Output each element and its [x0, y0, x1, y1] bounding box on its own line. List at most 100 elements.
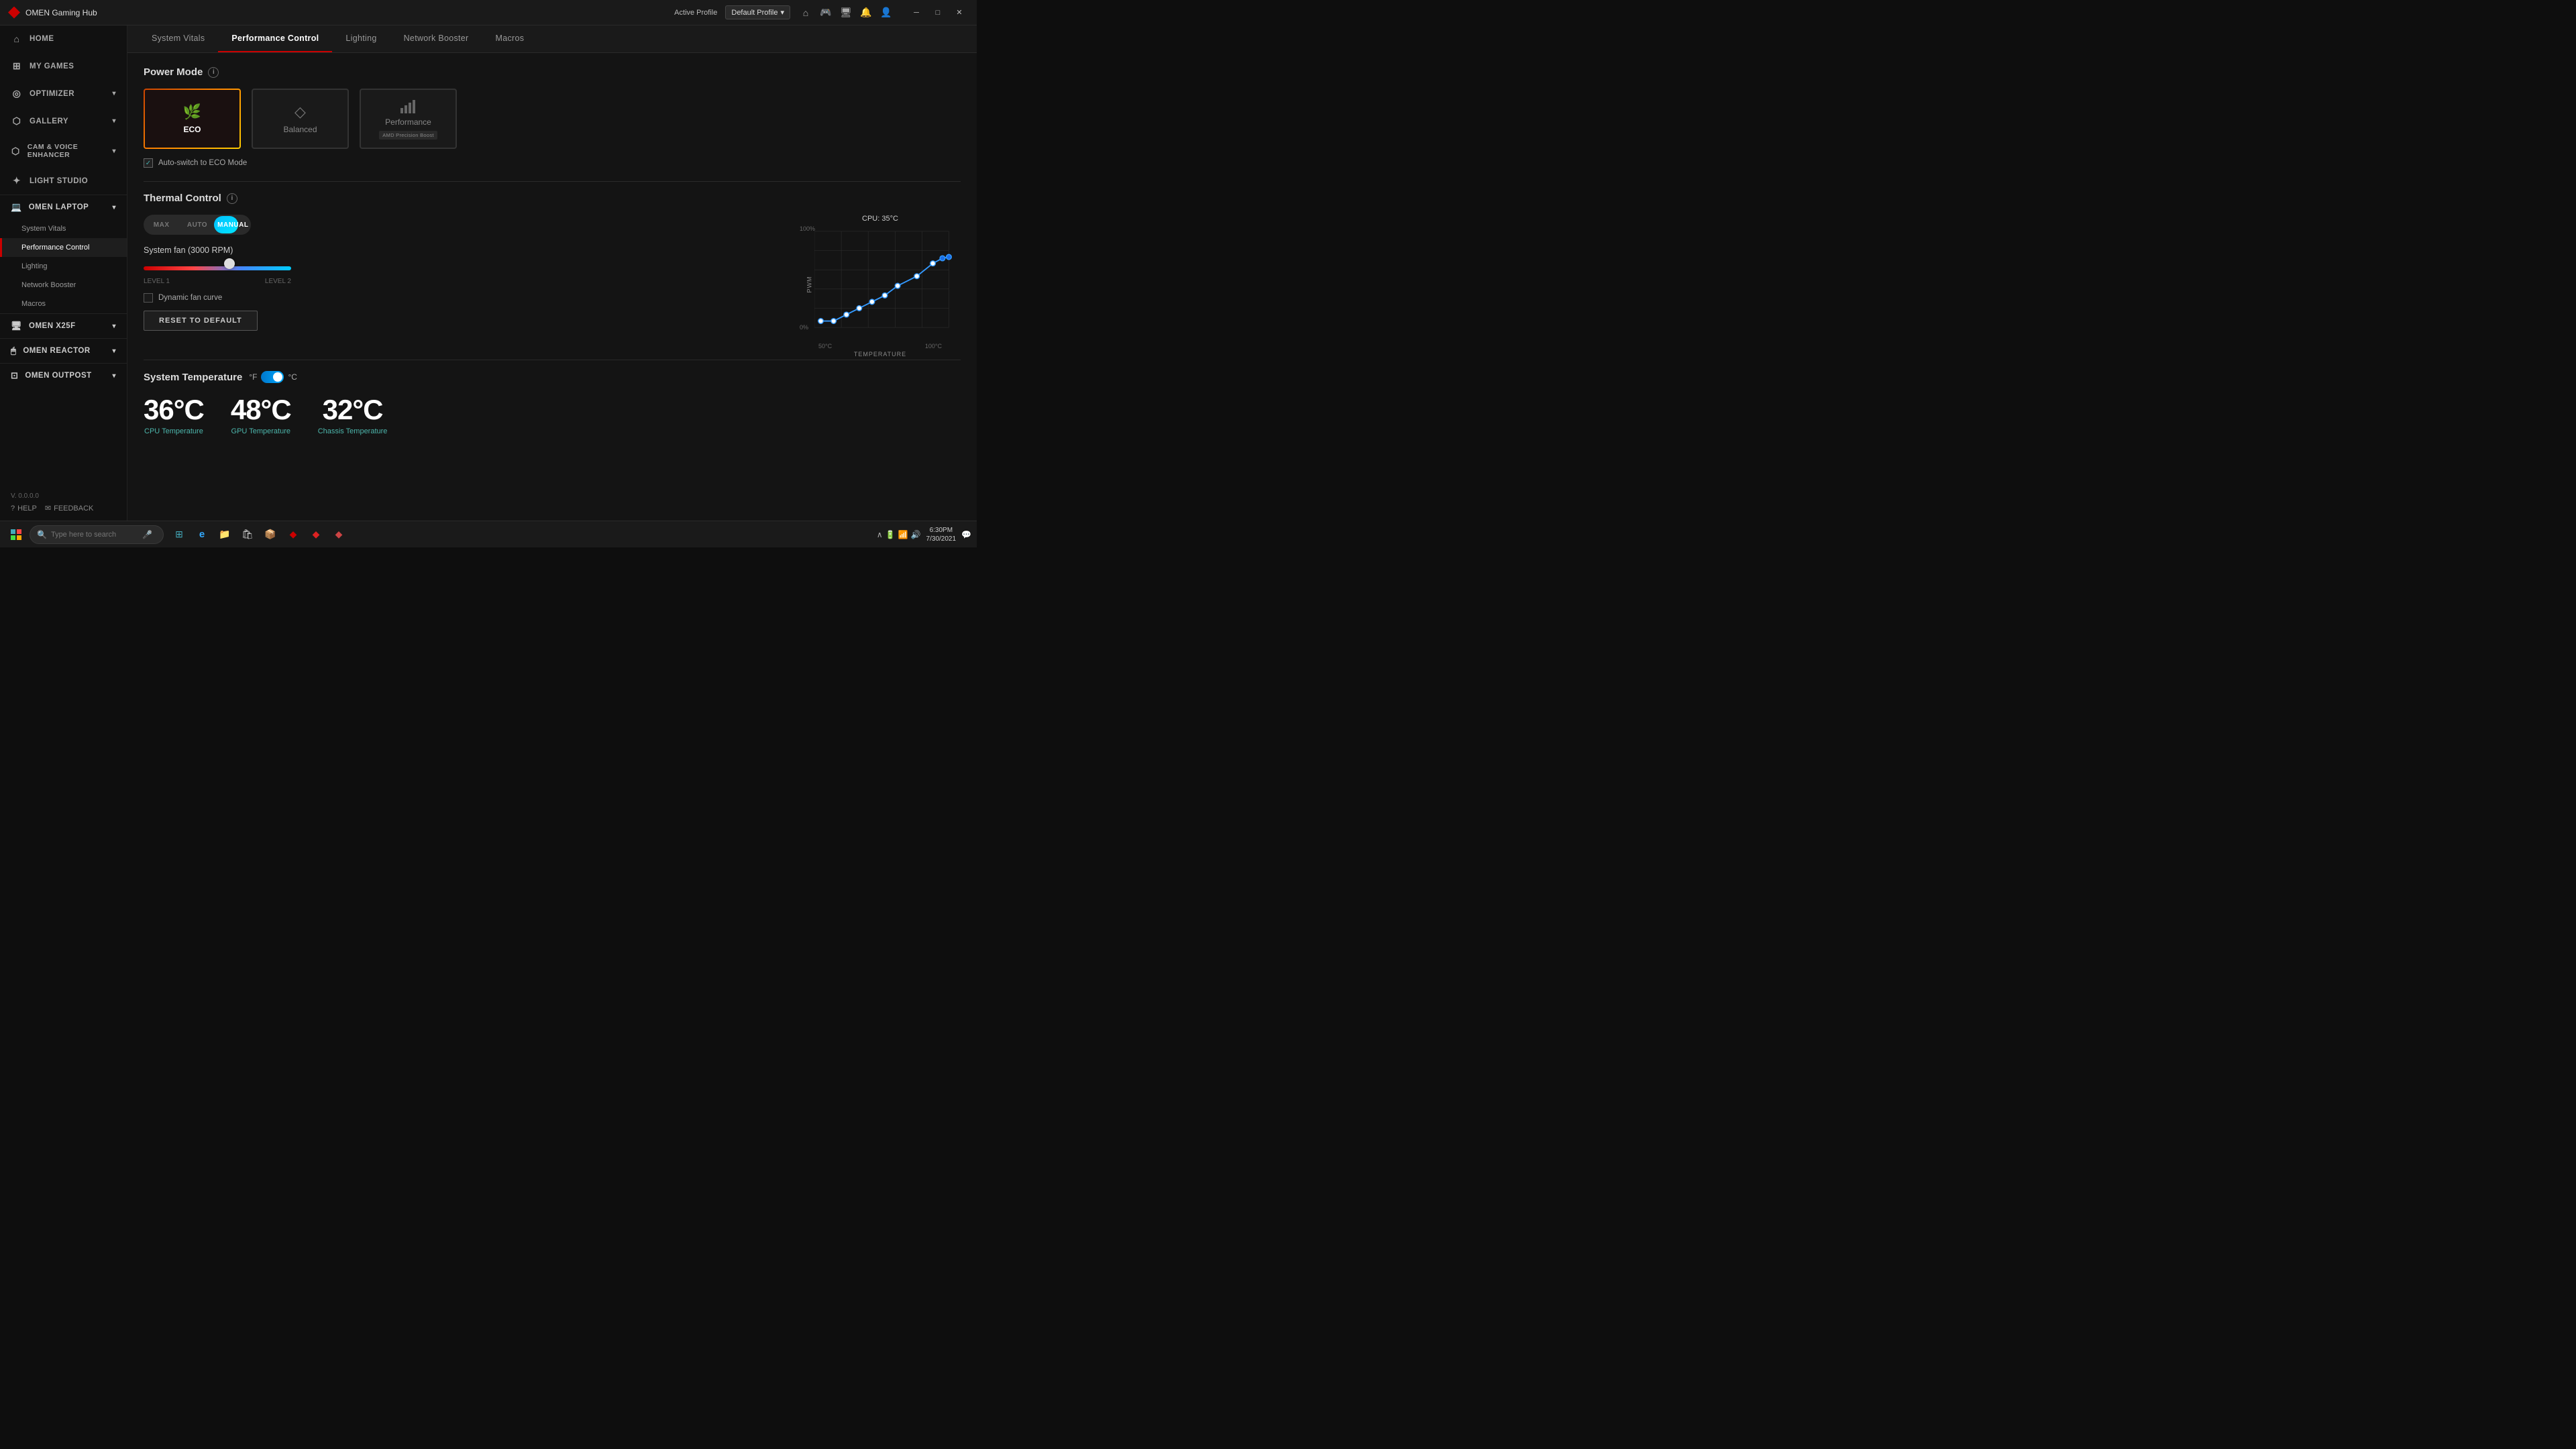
thermal-mode-max[interactable]: MAX	[144, 215, 179, 235]
sidebar-item-optimizer[interactable]: ◎ OPTIMIZER ▾	[0, 80, 127, 107]
minimize-button[interactable]: ─	[907, 5, 926, 20]
fan-slider-thumb[interactable]	[224, 258, 235, 269]
close-button[interactable]: ✕	[950, 5, 969, 20]
tab-system-vitals[interactable]: System Vitals	[138, 25, 218, 52]
tab-performance-control[interactable]: Performance Control	[218, 25, 332, 52]
sidebar-sub-lighting[interactable]: Lighting	[0, 257, 127, 276]
taskbar-app-task-view[interactable]: ⊞	[169, 525, 189, 545]
sidebar-item-light-studio[interactable]: ✦ LIGHT STUDIO	[0, 167, 127, 195]
x25f-chevron-icon: ▾	[112, 323, 116, 330]
omen-outpost-section[interactable]: ⊡ OMEN OUTPOST ▾	[0, 363, 127, 388]
games-nav-icon: ⊞	[11, 60, 23, 72]
sidebar-item-gallery[interactable]: ⬡ GALLERY ▾	[0, 107, 127, 135]
maximize-button[interactable]: □	[928, 5, 947, 20]
sys-temp-header: System Temperature °F °C	[144, 371, 961, 383]
feedback-link[interactable]: ✉ FEEDBACK	[45, 504, 94, 513]
start-button[interactable]	[5, 524, 27, 545]
power-card-balanced[interactable]: ◇ Balanced	[252, 89, 349, 149]
chart-x-labels: 50°C 100°C	[800, 343, 961, 350]
titlebar-icons: ⌂ 🎮 🖥 🔔 👤	[798, 7, 894, 18]
taskbar-volume-icon[interactable]: 🔊	[911, 530, 921, 539]
auto-switch-checkbox[interactable]: ✓	[144, 158, 153, 168]
taskbar-app-dropbox[interactable]: 📦	[260, 525, 280, 545]
reactor-chevron-icon: ▾	[112, 347, 116, 355]
sidebar-sub-performance-control[interactable]: Performance Control	[0, 238, 127, 257]
monitor-icon[interactable]: 🖥	[839, 7, 853, 18]
thermal-left: MAX AUTO MANUAL System fan (3000 RPM)	[144, 215, 778, 331]
taskbar-clock[interactable]: 6:30PM 7/30/2021	[926, 526, 957, 543]
sidebar-sub-system-vitals[interactable]: System Vitals	[0, 219, 127, 238]
titlebar: OMEN Gaming Hub Active Profile Default P…	[0, 0, 977, 25]
bell-icon[interactable]: 🔔	[859, 7, 873, 18]
dynamic-fan-checkbox[interactable]: ✓	[144, 293, 153, 303]
chart-y-top: 100%	[800, 225, 815, 232]
tab-network-booster[interactable]: Network Booster	[390, 25, 482, 52]
optimizer-chevron-icon: ▾	[112, 90, 116, 97]
balanced-icon: ◇	[294, 103, 306, 121]
home-nav-icon: ⌂	[11, 34, 23, 44]
taskbar-app-explorer[interactable]: 📁	[215, 525, 235, 545]
omen-x25f-section[interactable]: 🖥 OMEN X25F ▾	[0, 313, 127, 338]
cpu-temp-value: 36°C	[144, 394, 204, 426]
search-input[interactable]	[51, 531, 138, 539]
performance-icon	[400, 99, 417, 113]
outpost-chevron-icon: ▾	[112, 372, 116, 380]
sidebar-item-home[interactable]: ⌂ HOME	[0, 25, 127, 52]
chassis-temp-card: 32°C Chassis Temperature	[318, 394, 388, 435]
tab-lighting[interactable]: Lighting	[332, 25, 390, 52]
app-logo	[8, 7, 20, 19]
titlebar-right: Active Profile Default Profile ▾ ⌂ 🎮 🖥 🔔…	[674, 5, 969, 20]
taskbar-battery-icon[interactable]: 🔋	[885, 530, 896, 539]
taskbar-app-omen-red[interactable]: ◆	[283, 525, 303, 545]
sidebar-item-cam-voice[interactable]: ⬡ CAM & VOICE ENHANCER ▾	[0, 135, 127, 167]
outpost-icon: ⊡	[11, 370, 18, 381]
chart-x-title: TEMPERATURE	[800, 351, 961, 358]
thermal-mode-auto[interactable]: AUTO	[179, 215, 215, 235]
gpu-temp-value: 48°C	[231, 394, 291, 426]
reset-to-default-button[interactable]: RESET TO DEFAULT	[144, 311, 258, 331]
taskbar-app-omen-3[interactable]: ◆	[329, 525, 349, 545]
tab-bar: System Vitals Performance Control Lighti…	[127, 25, 977, 53]
taskbar-app-store[interactable]: 🛍	[237, 525, 258, 545]
taskbar-wifi-icon[interactable]: 📶	[898, 530, 908, 539]
taskbar-sys-icons: ∧ 🔋 📶 🔊	[877, 530, 921, 539]
sidebar: ⌂ HOME ⊞ MY GAMES ◎ OPTIMIZER ▾ ⬡ GALLER…	[0, 25, 127, 521]
app-title: OMEN Gaming Hub	[25, 8, 97, 17]
chart-y-bottom: 0%	[800, 324, 808, 331]
auto-switch-row: ✓ Auto-switch to ECO Mode	[144, 158, 961, 168]
thermal-info-icon[interactable]: i	[227, 193, 237, 204]
gallery-chevron-icon: ▾	[112, 117, 116, 125]
chart-title: CPU: 35°C	[800, 215, 961, 223]
home-icon[interactable]: ⌂	[798, 7, 813, 18]
gpu-temp-label: GPU Temperature	[231, 427, 291, 435]
gpu-temp-card: 48°C GPU Temperature	[231, 394, 291, 435]
sidebar-item-my-games[interactable]: ⊞ MY GAMES	[0, 52, 127, 80]
power-card-performance[interactable]: Performance AMD Precision Boost	[360, 89, 457, 149]
taskbar-search-bar[interactable]: 🔍 🎤	[30, 525, 164, 544]
performance-badge: AMD Precision Boost	[379, 131, 437, 140]
sidebar-sub-network-booster[interactable]: Network Booster	[0, 276, 127, 294]
power-mode-info-icon[interactable]: i	[208, 67, 219, 78]
user-icon[interactable]: 👤	[879, 7, 894, 18]
power-mode-cards: 🌿 ECO ◇ Balanced	[144, 89, 961, 149]
fan-chart-container: CPU: 35°C 100% 0% PWM	[800, 215, 961, 349]
taskbar-up-arrow-icon[interactable]: ∧	[877, 530, 883, 539]
fan-slider-wrap	[144, 262, 291, 275]
chart-area: 100% 0% PWM	[800, 225, 961, 343]
power-card-eco[interactable]: 🌿 ECO	[144, 89, 241, 149]
content-area: System Vitals Performance Control Lighti…	[127, 25, 977, 521]
taskbar-notification-icon[interactable]: 💬	[961, 530, 971, 539]
controller-icon[interactable]: 🎮	[818, 7, 833, 18]
tab-macros[interactable]: Macros	[482, 25, 538, 52]
taskbar-app-omen-2[interactable]: ◆	[306, 525, 326, 545]
temp-unit-switch[interactable]	[261, 371, 284, 383]
omen-laptop-section[interactable]: 💻 OMEN LAPTOP ▾	[0, 195, 127, 219]
profile-dropdown[interactable]: Default Profile ▾	[725, 5, 790, 19]
sidebar-sub-macros[interactable]: Macros	[0, 294, 127, 313]
fan-label: System fan (3000 RPM)	[144, 246, 778, 255]
omen-reactor-section[interactable]: 🖱 OMEN REACTOR ▾	[0, 338, 127, 363]
help-link[interactable]: ? HELP	[11, 504, 37, 513]
thermal-row: MAX AUTO MANUAL System fan (3000 RPM)	[144, 215, 961, 349]
taskbar-app-edge[interactable]: e	[192, 525, 212, 545]
thermal-mode-manual[interactable]: MANUAL	[215, 215, 251, 235]
